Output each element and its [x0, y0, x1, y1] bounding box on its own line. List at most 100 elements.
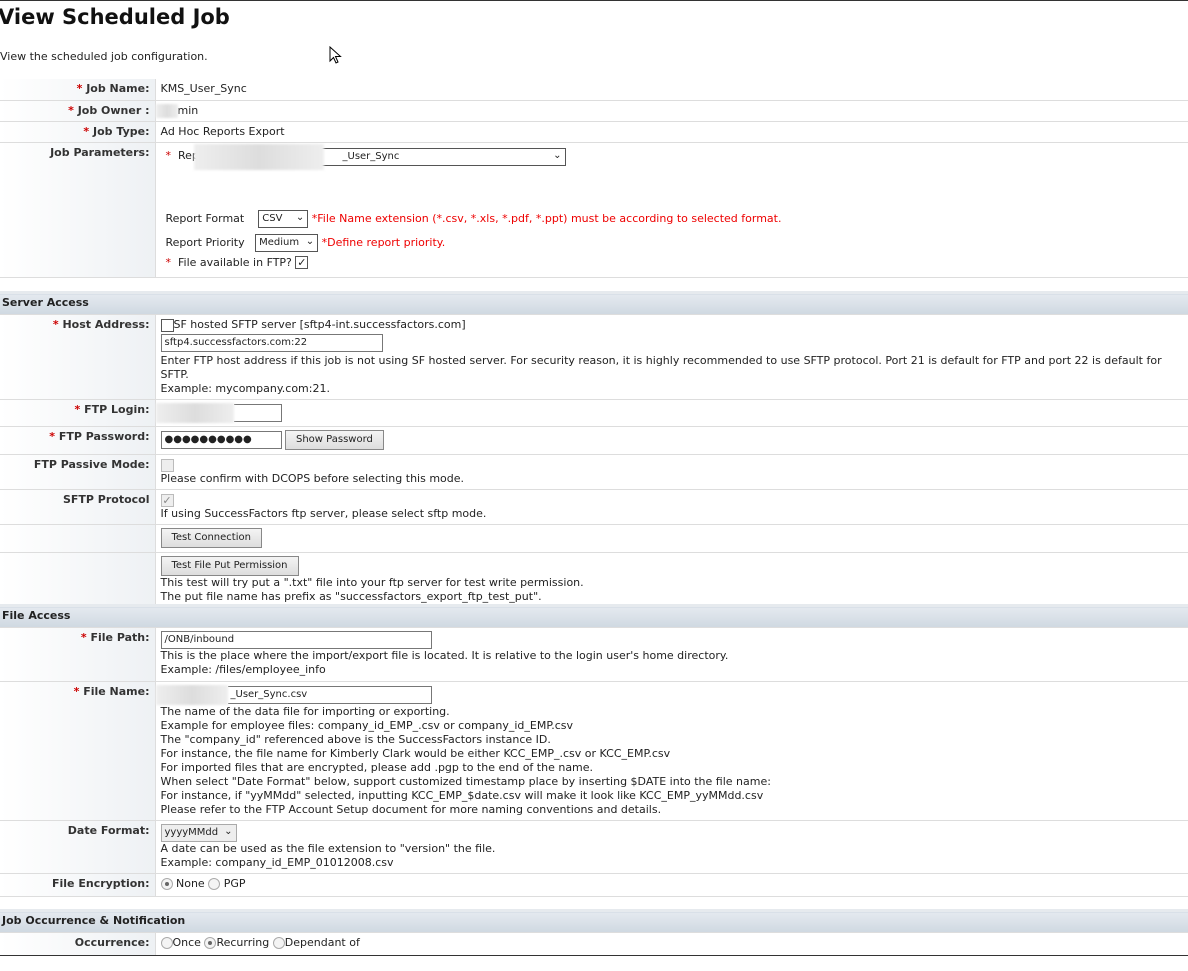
- help-line: For instance, the file name for Kimberly…: [160, 747, 671, 760]
- mouse-cursor-icon: [329, 46, 342, 64]
- format-label: Report Format: [165, 211, 245, 225]
- file-name-input[interactable]: _User_Sync.csv: [227, 686, 432, 704]
- label: Job Name:: [86, 82, 150, 95]
- host-address-input[interactable]: sftp4.successfactors.com:22: [160, 334, 383, 352]
- priority-label: Report Priority: [165, 235, 245, 249]
- host-example: Example: mycompany.com:21.: [160, 382, 330, 395]
- sftp-help: If using SuccessFactors ftp server, plea…: [160, 507, 487, 520]
- row-passive-mode: FTP Passive Mode: Please confirm with DCO…: [0, 454, 1188, 490]
- help-line: The "company_id" referenced above is the…: [160, 733, 551, 746]
- chevron-down-icon: ⌄: [553, 149, 562, 161]
- file-access-table: File Access * File Path: /ONB/inbound This…: [0, 604, 1188, 897]
- job-name-value: KMS_User_Sync: [155, 79, 1188, 101]
- section-header-server-access: Server Access: [0, 291, 1188, 315]
- row-job-type: * Job Type: Ad Hoc Reports Export: [0, 121, 1188, 143]
- section-title: Server Access: [0, 291, 1188, 315]
- encryption-pgp-radio[interactable]: [208, 878, 221, 890]
- dependant-label: Dependant of: [284, 936, 360, 949]
- file-name-help: The name of the data file for importing …: [156, 705, 1184, 817]
- row-job-name: * Job Name: KMS_User_Sync: [0, 79, 1188, 101]
- row-occurrence: Occurrence: Once Recurring Dependant of: [0, 932, 1188, 956]
- format-note: *File Name extension (*.csv, *.xls, *.pd…: [311, 211, 782, 225]
- label: Job Type:: [93, 124, 150, 138]
- test-file-put-button[interactable]: Test File Put Permission: [160, 556, 299, 576]
- help-line: When select "Date Format" below, support…: [160, 775, 771, 788]
- help-line: For instance, if "yyMMdd" selected, inpu…: [160, 789, 764, 802]
- sf-hosted-label: SF hosted SFTP server [sftp4-int.success…: [173, 318, 466, 331]
- occurrence-dependant-radio[interactable]: [272, 937, 285, 949]
- row-test-connection: Test Connection: [0, 524, 1188, 553]
- required-mark: *: [49, 430, 56, 443]
- ftp-password-input[interactable]: ●●●●●●●●●●: [160, 431, 282, 449]
- redacted: [155, 685, 228, 705]
- encryption-none-radio[interactable]: [160, 878, 173, 890]
- path-example: Example: /files/employee_info: [160, 663, 326, 676]
- occurrence-recurring-radio[interactable]: [204, 937, 217, 949]
- label: FTP Passive Mode:: [33, 458, 150, 471]
- job-owner-value: min: [177, 103, 199, 117]
- label: File Path:: [90, 631, 150, 644]
- encryption-none-label: None: [176, 877, 205, 890]
- ftp-login-input[interactable]: [233, 404, 282, 422]
- section-title: File Access: [0, 604, 1188, 628]
- job-info-table: * Job Name: KMS_User_Sync * Job Owner : mi…: [0, 79, 1188, 278]
- once-label: Once: [172, 936, 201, 949]
- help-line: For imported files that are encrypted, p…: [160, 761, 594, 774]
- label: File Name:: [83, 685, 150, 698]
- label: Job Parameters:: [50, 145, 150, 159]
- occurrence-once-radio[interactable]: [160, 937, 173, 949]
- priority-select[interactable]: Medium ⌄: [255, 233, 319, 252]
- show-password-button[interactable]: Show Password: [285, 430, 384, 450]
- test-connection-button[interactable]: Test Connection: [160, 528, 262, 548]
- required-mark: *: [80, 631, 87, 644]
- row-host-address: * Host Address: SF hosted SFTP server [s…: [0, 314, 1188, 400]
- label: File Encryption:: [52, 877, 150, 890]
- format-value: CSV: [262, 212, 283, 224]
- date-format-value: yyyyMMdd: [164, 827, 219, 838]
- row-job-owner: * Job Owner : min: [0, 100, 1188, 122]
- row-date-format: Date Format: yyyyMMdd ⌄ A date can be used …: [0, 820, 1188, 874]
- help-line: The name of the data file for importing …: [160, 705, 450, 718]
- ftp-row: * File available in FTP? ✓: [166, 256, 309, 270]
- chevron-down-icon: ⌄: [305, 235, 315, 247]
- required-mark: *: [165, 148, 172, 162]
- host-help: Enter FTP host address if this job is no…: [160, 354, 1162, 381]
- required-mark: *: [83, 124, 90, 138]
- row-job-parameters: Job Parameters: * Repo _User_Sync ⌄ Report…: [0, 142, 1188, 278]
- passive-mode-checkbox[interactable]: [160, 458, 174, 472]
- ftp-label: File available in FTP?: [178, 255, 292, 269]
- row-ftp-login: * FTP Login:: [0, 399, 1188, 427]
- priority-note: *Define report priority.: [321, 235, 446, 249]
- help-line: Example for employee files: company_id_E…: [160, 719, 574, 732]
- encryption-pgp-label: PGP: [223, 877, 246, 890]
- report-row: * Repo _User_Sync ⌄: [165, 143, 571, 170]
- ftp-available-checkbox[interactable]: ✓: [295, 256, 309, 269]
- format-select[interactable]: CSV ⌄: [258, 209, 309, 228]
- required-mark: *: [74, 403, 81, 416]
- chevron-down-icon: ⌄: [295, 211, 305, 223]
- row-sftp-protocol: SFTP Protocol ✓ If using SuccessFactors ft…: [0, 489, 1188, 525]
- label: SFTP Protocol: [62, 493, 150, 506]
- job-type-value: Ad Hoc Reports Export: [155, 121, 1188, 143]
- row-file-name: * File Name: _User_Sync.csv The name of t…: [0, 681, 1188, 821]
- label: Date Format:: [67, 824, 150, 837]
- row-test-put: Test File Put Permission This test will t…: [0, 552, 1188, 609]
- page-subtitle: View the scheduled job configuration.: [0, 50, 208, 63]
- date-example: Example: company_id_EMP_01012008.csv: [160, 856, 394, 869]
- test-put-help: The put file name has prefix as "success…: [160, 590, 542, 603]
- required-mark: *: [76, 82, 83, 95]
- label: Host Address:: [62, 318, 150, 331]
- sftp-protocol-checkbox[interactable]: ✓: [160, 493, 174, 507]
- date-help: A date can be used as the file extension…: [160, 842, 496, 855]
- redacted: [193, 143, 324, 170]
- file-path-input[interactable]: /ONB/inbound: [160, 631, 432, 649]
- redacted: [155, 403, 234, 423]
- page-title: View Scheduled Job: [0, 5, 230, 29]
- date-format-select[interactable]: yyyyMMdd ⌄: [160, 824, 237, 842]
- passive-help: Please confirm with DCOPS before selecti…: [160, 472, 465, 485]
- sf-hosted-checkbox[interactable]: [160, 318, 174, 332]
- chevron-down-icon: ⌄: [224, 826, 233, 837]
- report-select[interactable]: _User_Sync ⌄: [193, 143, 566, 170]
- row-file-path: * File Path: /ONB/inbound This is the plac…: [0, 627, 1188, 682]
- section-title: Job Occurrence & Notification: [0, 909, 1188, 933]
